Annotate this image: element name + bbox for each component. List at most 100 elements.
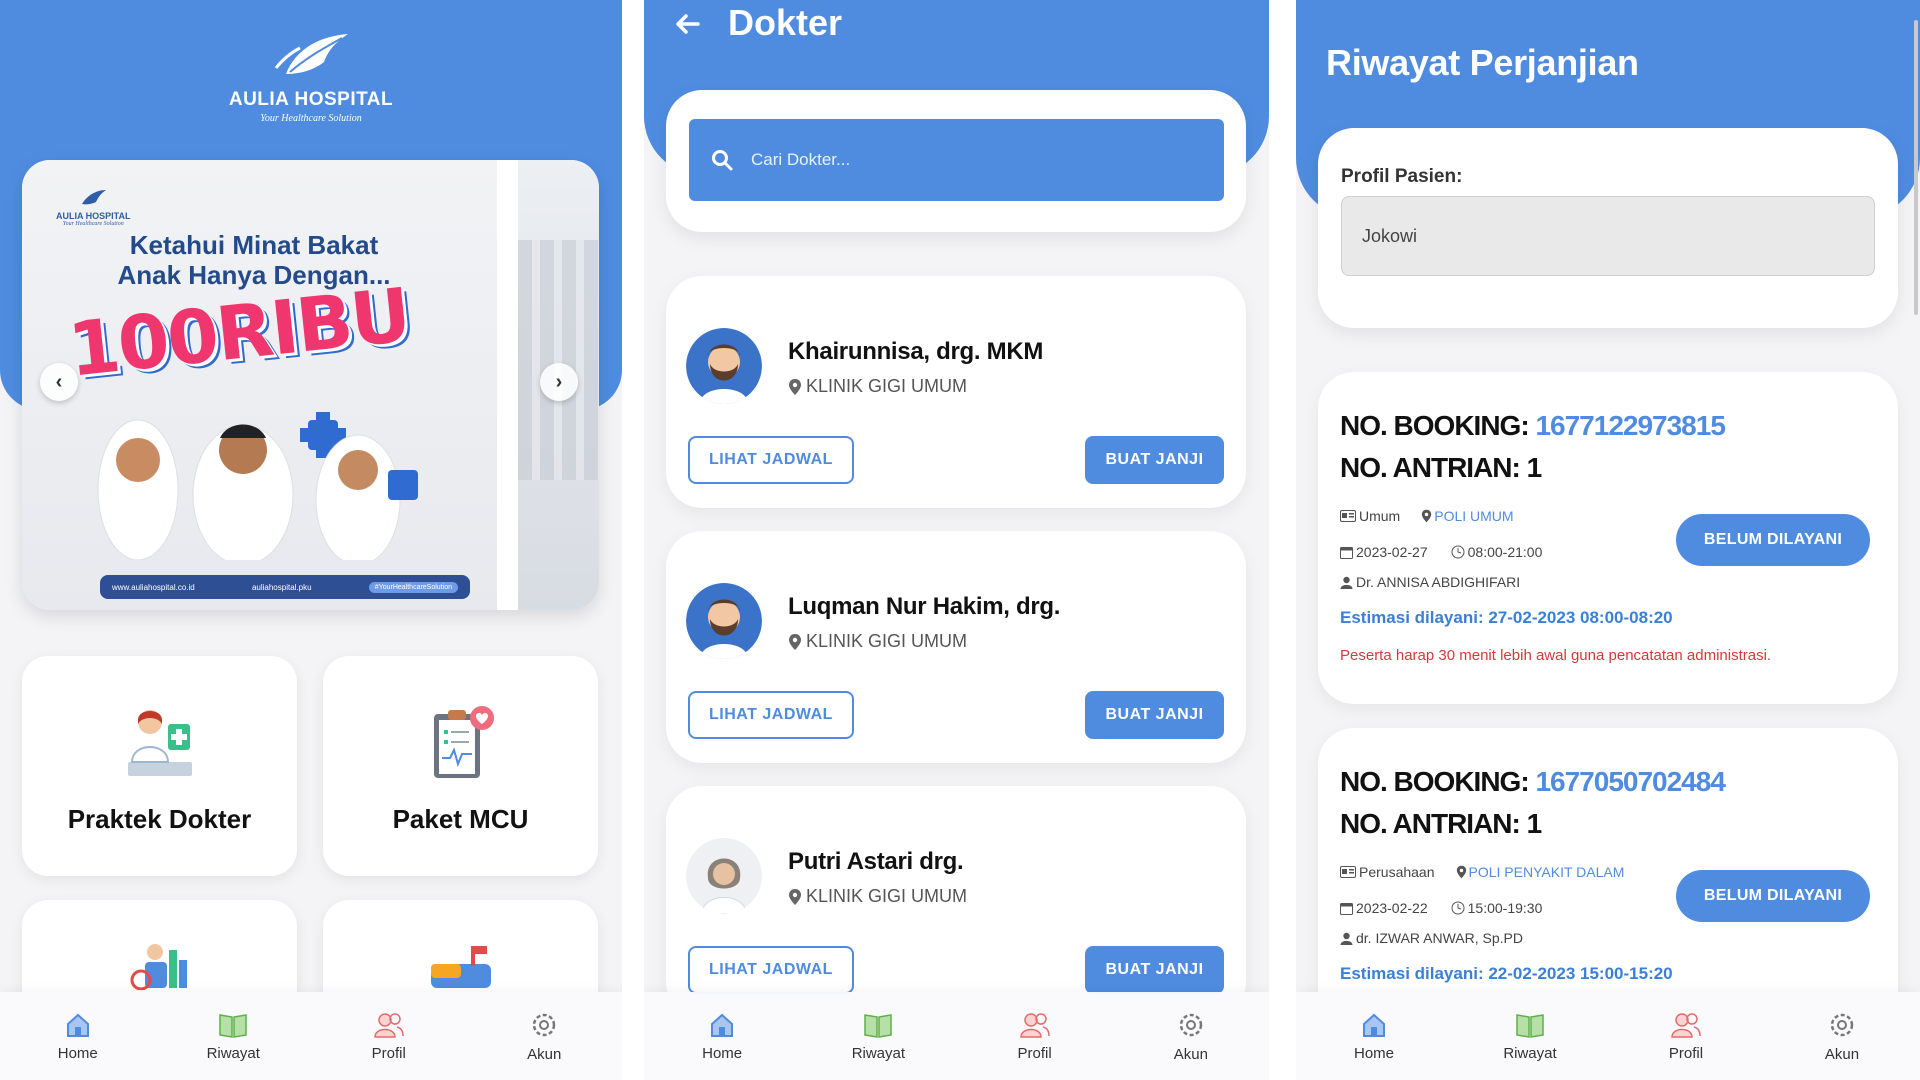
home-icon bbox=[1363, 1013, 1385, 1037]
search-field[interactable] bbox=[689, 119, 1224, 201]
nav-label: Riwayat bbox=[206, 1044, 260, 1062]
page-title: Riwayat Perjanjian bbox=[1326, 42, 1639, 83]
booking-number-value[interactable]: 1677122973815 bbox=[1535, 410, 1725, 441]
status-badge[interactable]: BELUM DILAYANI bbox=[1676, 870, 1870, 922]
view-schedule-button[interactable]: LIHAT JADWAL bbox=[688, 946, 854, 994]
users-icon bbox=[373, 1012, 404, 1038]
nav-profil[interactable]: Profil bbox=[334, 1011, 444, 1062]
location-pin-icon bbox=[789, 888, 801, 905]
menu-card-praktek-dokter[interactable]: Praktek Dokter bbox=[22, 656, 297, 876]
booking-doctor: dr. IZWAR ANWAR, Sp.PD bbox=[1356, 930, 1523, 946]
poli-link[interactable]: POLI PENYAKIT DALAM bbox=[1456, 864, 1624, 880]
scrollbar[interactable] bbox=[1914, 20, 1918, 315]
schedule-icon bbox=[130, 944, 187, 990]
search-icon bbox=[712, 150, 733, 171]
clipboard-icon bbox=[433, 706, 494, 778]
patient-profile-label: Profil Pasien: bbox=[1341, 166, 1463, 187]
chevron-left-icon: ‹ bbox=[55, 370, 63, 393]
poli-link[interactable]: POLI UMUM bbox=[1421, 508, 1514, 524]
home-icon bbox=[66, 1013, 89, 1037]
page-title: Dokter bbox=[728, 2, 843, 43]
make-appointment-button[interactable]: BUAT JANJI bbox=[1085, 946, 1224, 994]
users-icon bbox=[1019, 1012, 1050, 1038]
nav-label: Akun bbox=[527, 1045, 562, 1063]
patient-profile-select[interactable] bbox=[1341, 196, 1875, 276]
nav-home[interactable]: Home bbox=[667, 1011, 777, 1062]
booking-time: 15:00-19:30 bbox=[1467, 900, 1543, 916]
promo-carousel[interactable]: AULIA HOSPITAL Your Healthcare Solution … bbox=[22, 160, 599, 610]
user-icon bbox=[1340, 932, 1353, 945]
clock-icon bbox=[1451, 545, 1465, 559]
booking-number: NO. BOOKING: 1677122973815 bbox=[1340, 410, 1726, 442]
screenshot-stage: AULIA HOSPITAL Your Healthcare Solution … bbox=[0, 0, 1920, 1080]
male-avatar-icon bbox=[686, 583, 762, 659]
booking-date-row: 2023-02-27 08:00-21:00 bbox=[1340, 544, 1542, 560]
mini-leaf-icon bbox=[82, 190, 107, 205]
make-appointment-button[interactable]: BUAT JANJI bbox=[1085, 691, 1224, 739]
nav-label: Akun bbox=[1824, 1045, 1860, 1063]
booking-doctor: Dr. ANNISA ABDIGHIFARI bbox=[1356, 574, 1521, 590]
booking-number-label: NO. BOOKING: bbox=[1340, 766, 1530, 797]
clinic-label: KLINIK GIGI UMUM bbox=[806, 631, 968, 651]
nav-profil[interactable]: Profil bbox=[1631, 1011, 1741, 1062]
nav-label: Riwayat bbox=[1503, 1044, 1557, 1062]
book-icon bbox=[219, 1013, 247, 1038]
nav-profil[interactable]: Profil bbox=[980, 1011, 1090, 1062]
arrow-left-icon bbox=[676, 14, 700, 34]
nav-akun[interactable]: Akun bbox=[489, 1010, 599, 1063]
booking-date: 2023-02-22 bbox=[1356, 900, 1428, 916]
menu-label: Paket MCU bbox=[392, 804, 529, 834]
calendar-icon bbox=[1340, 546, 1353, 559]
nav-riwayat[interactable]: Riwayat bbox=[823, 1011, 933, 1062]
view-schedule-button[interactable]: LIHAT JADWAL bbox=[688, 691, 854, 739]
promo-banner-image: AULIA HOSPITAL Your Healthcare Solution … bbox=[22, 160, 497, 610]
students-illustration bbox=[97, 412, 418, 560]
status-badge[interactable]: BELUM DILAYANI bbox=[1676, 514, 1870, 566]
user-icon bbox=[1340, 576, 1353, 589]
carousel-next-button[interactable]: › bbox=[540, 363, 578, 401]
back-button[interactable] bbox=[672, 8, 704, 45]
booking-doctor-row: dr. IZWAR ANWAR, Sp.PD bbox=[1340, 930, 1523, 946]
banner-mini-logo-name: AULIA HOSPITAL bbox=[56, 211, 131, 221]
male-avatar-icon bbox=[686, 328, 762, 404]
menu-card-paket-mcu[interactable]: Paket MCU bbox=[323, 656, 598, 876]
nav-label: Akun bbox=[1173, 1045, 1208, 1063]
booking-number-label: NO. BOOKING: bbox=[1340, 410, 1530, 441]
carousel-prev-button[interactable]: ‹ bbox=[40, 363, 78, 401]
id-card-icon bbox=[1340, 866, 1356, 878]
view-schedule-button[interactable]: LIHAT JADWAL bbox=[688, 436, 854, 484]
poli-name: POLI UMUM bbox=[1434, 508, 1514, 524]
doctor-clinic: KLINIK GIGI UMUM bbox=[788, 886, 967, 907]
banner-hashtag: #YourHealthcareSolution bbox=[368, 581, 458, 593]
photo-avatar bbox=[686, 838, 762, 914]
banner-footer: www.auliahospital.co.id auliahospital.pk… bbox=[100, 575, 470, 599]
arrival-note: Peserta harap 30 menit lebih awal guna p… bbox=[1340, 647, 1772, 664]
location-pin-icon bbox=[1456, 865, 1466, 879]
make-appointment-button[interactable]: BUAT JANJI bbox=[1085, 436, 1224, 484]
doctor-icon bbox=[127, 710, 192, 776]
nav-label: Home bbox=[1353, 1044, 1394, 1062]
book-icon bbox=[864, 1013, 893, 1038]
gear-icon bbox=[1830, 1013, 1854, 1036]
nav-riwayat[interactable]: Riwayat bbox=[1475, 1011, 1585, 1062]
gear-icon bbox=[533, 1013, 556, 1036]
bottom-nav: Home Riwayat Profil Akun bbox=[0, 992, 622, 1080]
nav-label: Riwayat bbox=[851, 1044, 906, 1062]
gear-icon bbox=[1179, 1013, 1203, 1036]
nav-riwayat[interactable]: Riwayat bbox=[178, 1011, 288, 1062]
booking-date: 2023-02-27 bbox=[1356, 544, 1428, 560]
search-input[interactable] bbox=[751, 150, 1191, 170]
doctor-card: Luqman Nur Hakim, drg. KLINIK GIGI UMUM … bbox=[666, 531, 1246, 763]
nav-label: Home bbox=[57, 1044, 98, 1062]
payer-type: Perusahaan bbox=[1359, 864, 1435, 880]
nav-home[interactable]: Home bbox=[23, 1011, 133, 1062]
logo-tagline: Your Healthcare Solution bbox=[260, 113, 362, 124]
doctor-name: Luqman Nur Hakim, drg. bbox=[788, 593, 1061, 620]
booking-number-value[interactable]: 1677050702484 bbox=[1535, 766, 1725, 797]
banner-mini-logo: AULIA HOSPITAL Your Healthcare Solution bbox=[56, 188, 131, 227]
nav-akun[interactable]: Akun bbox=[1787, 1010, 1897, 1063]
nav-home[interactable]: Home bbox=[1319, 1011, 1429, 1062]
nav-akun[interactable]: Akun bbox=[1136, 1010, 1246, 1063]
doctor-card: Putri Astari drg. KLINIK GIGI UMUM LIHAT… bbox=[666, 786, 1246, 1018]
nav-label: Profil bbox=[1668, 1044, 1704, 1062]
